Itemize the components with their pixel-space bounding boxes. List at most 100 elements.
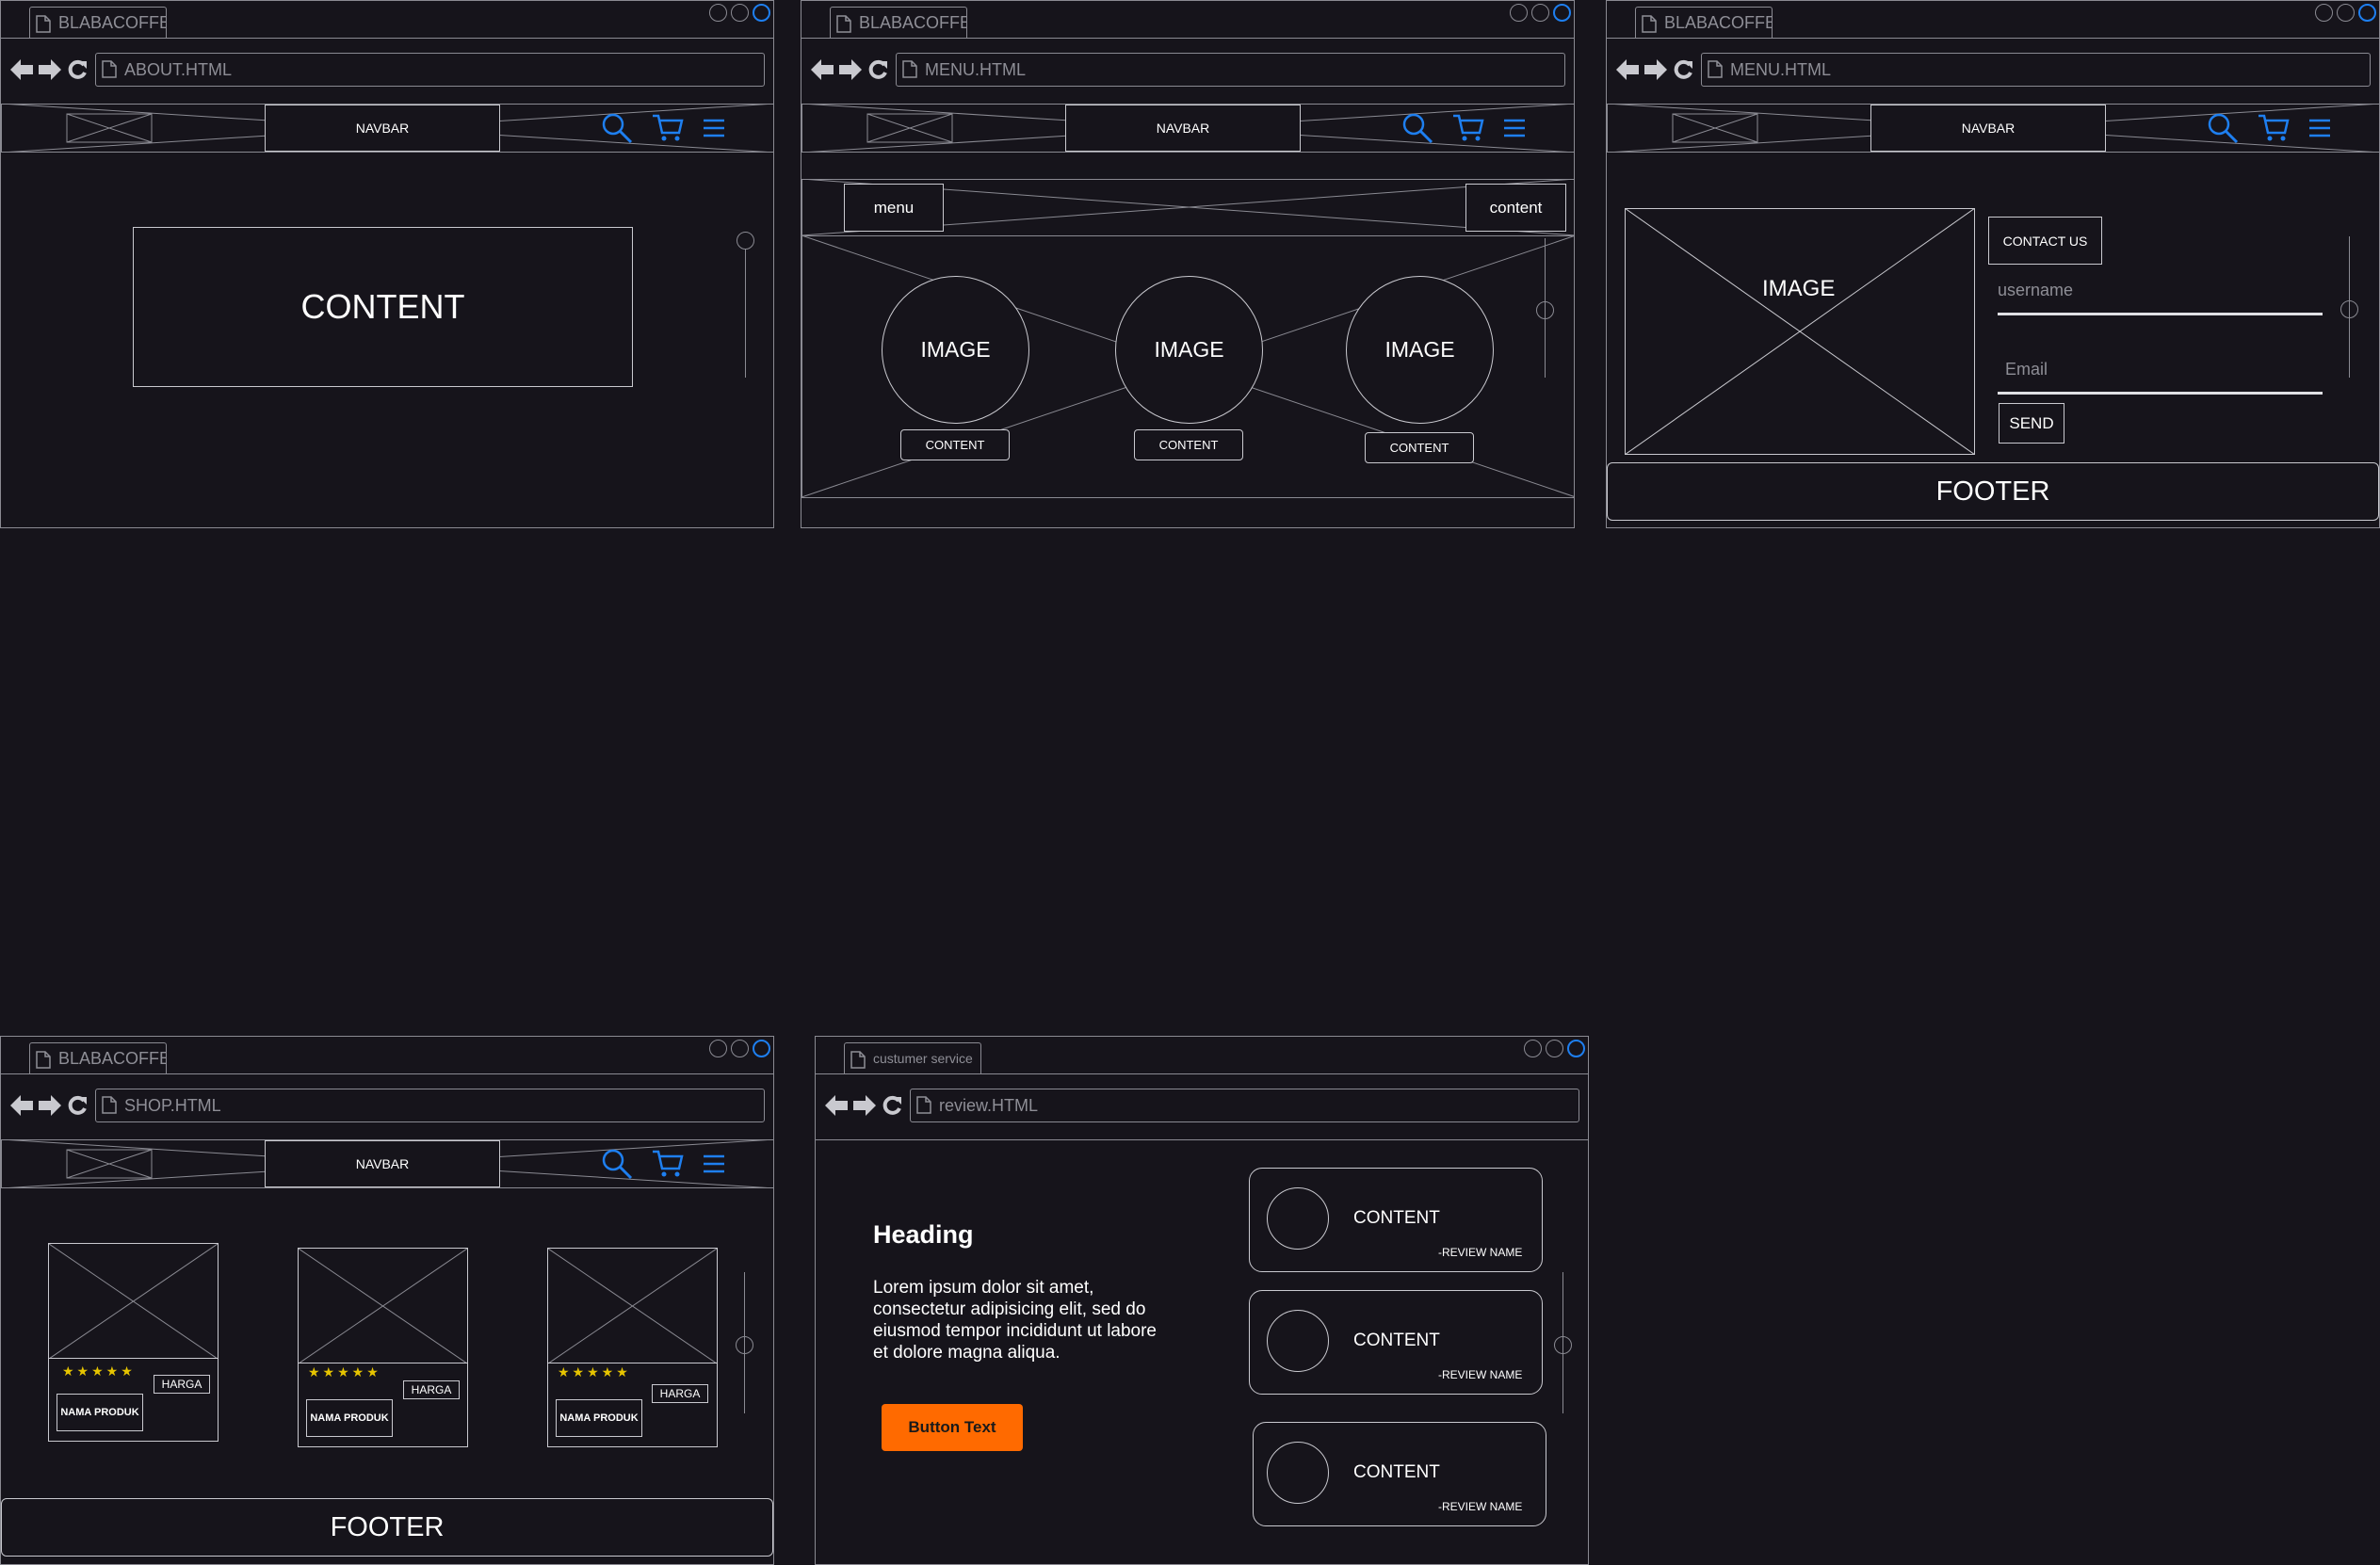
close-button[interactable] [2358, 4, 2376, 22]
product-name-box: NAMA PRODUK [306, 1399, 393, 1437]
navbar-icons [601, 1148, 725, 1180]
minimize-button[interactable] [1524, 1040, 1542, 1057]
menu-item-image: IMAGE [882, 276, 1029, 424]
hamburger-menu-icon[interactable] [703, 117, 725, 139]
forward-arrow-icon[interactable] [853, 1095, 876, 1116]
hamburger-menu-icon[interactable] [2308, 117, 2331, 139]
scrollbar-track[interactable] [1545, 238, 1546, 378]
navbar[interactable]: NAVBAR [265, 1140, 500, 1187]
reload-icon[interactable] [1673, 59, 1693, 80]
cart-icon[interactable] [652, 114, 684, 142]
maximize-button[interactable] [731, 1040, 749, 1057]
document-icon [36, 15, 51, 33]
address-bar[interactable]: SHOP.HTML [95, 1089, 765, 1122]
back-arrow-icon[interactable] [1616, 59, 1639, 80]
scrollbar-track[interactable] [1562, 1272, 1563, 1413]
back-arrow-icon[interactable] [825, 1095, 848, 1116]
browser-tab[interactable]: BLABACOFFE [830, 7, 967, 39]
cart-icon[interactable] [1452, 114, 1484, 142]
hamburger-menu-icon[interactable] [1503, 117, 1526, 139]
send-button[interactable]: SEND [1999, 403, 2064, 444]
cart-icon[interactable] [652, 1150, 684, 1178]
browser-tab[interactable]: BLABACOFFE [1635, 7, 1773, 39]
maximize-button[interactable] [2337, 4, 2355, 22]
close-button[interactable] [753, 4, 770, 22]
back-arrow-icon[interactable] [10, 59, 33, 80]
scrollbar-thumb[interactable] [737, 232, 754, 250]
address-bar[interactable]: MENU.HTML [896, 53, 1565, 87]
forward-arrow-icon[interactable] [39, 59, 61, 80]
document-icon [850, 1051, 866, 1069]
cart-icon[interactable] [2258, 114, 2290, 142]
menu-window: BLABACOFFE MENU.HTML NAVBAR menu content… [801, 0, 1575, 528]
menu-item-content-button[interactable]: CONTENT [1134, 429, 1243, 460]
back-arrow-icon[interactable] [811, 59, 834, 80]
navbar[interactable]: NAVBAR [1870, 105, 2106, 152]
maximize-button[interactable] [731, 4, 749, 22]
maximize-button[interactable] [1546, 1040, 1563, 1057]
product-card[interactable]: ★★★★★ HARGA NAMA PRODUK [298, 1248, 468, 1447]
reviewer-avatar [1267, 1310, 1329, 1372]
navbar-icons [601, 112, 725, 144]
window-controls [709, 1040, 770, 1057]
product-card[interactable]: ★★★★★ HARGA NAMA PRODUK [547, 1248, 718, 1447]
address-bar[interactable]: MENU.HTML [1701, 53, 2371, 87]
content-label: CONTENT [1158, 438, 1219, 452]
reload-icon[interactable] [867, 59, 888, 80]
address-bar[interactable]: ABOUT.HTML [95, 53, 765, 87]
address-bar[interactable]: review.HTML [910, 1089, 1579, 1122]
close-button[interactable] [1567, 1040, 1585, 1057]
footer-label: FOOTER [330, 1511, 445, 1542]
tab-title: BLABACOFFE [859, 13, 967, 32]
about-window: BLABACOFFE ABOUT.HTML NAVBAR CONTENT [0, 0, 774, 528]
document-icon [102, 1096, 117, 1114]
menu-item-content-button[interactable]: CONTENT [900, 429, 1010, 460]
search-icon[interactable] [2207, 112, 2239, 144]
forward-arrow-icon[interactable] [1644, 59, 1667, 80]
close-button[interactable] [753, 1040, 770, 1057]
minimize-button[interactable] [709, 1040, 727, 1057]
window-controls [1524, 1040, 1585, 1057]
forward-arrow-icon[interactable] [839, 59, 862, 80]
maximize-button[interactable] [1531, 4, 1549, 22]
browser-tab[interactable]: BLABACOFFE [29, 1042, 167, 1074]
document-icon [836, 15, 851, 33]
price-label: HARGA [659, 1387, 701, 1400]
back-arrow-icon[interactable] [10, 1095, 33, 1116]
cta-button[interactable]: Button Text [882, 1404, 1023, 1451]
content-button[interactable]: content [1465, 184, 1566, 232]
menu-item-content-button[interactable]: CONTENT [1365, 432, 1474, 463]
menu-button[interactable]: menu [844, 184, 944, 232]
minimize-button[interactable] [2315, 4, 2333, 22]
reviewer-avatar [1267, 1442, 1329, 1504]
forward-arrow-icon[interactable] [39, 1095, 61, 1116]
body-line: Lorem ipsum dolor sit amet, [873, 1278, 1094, 1298]
product-name: NAMA PRODUK [310, 1412, 389, 1424]
search-icon[interactable] [601, 112, 633, 144]
minimize-button[interactable] [1510, 4, 1528, 22]
browser-tab[interactable]: custumer service [844, 1042, 981, 1074]
review-content: CONTENT [1353, 1208, 1440, 1228]
browser-tab[interactable]: BLABACOFFE [29, 7, 167, 39]
url-text: MENU.HTML [1730, 60, 1831, 79]
username-field[interactable]: username [1998, 281, 2323, 315]
search-icon[interactable] [601, 1148, 633, 1180]
reload-icon[interactable] [882, 1095, 902, 1116]
navbar-label: NAVBAR [1156, 121, 1210, 136]
scrollbar-track[interactable] [745, 250, 746, 378]
close-button[interactable] [1553, 4, 1571, 22]
search-icon[interactable] [1401, 112, 1433, 144]
reload-icon[interactable] [67, 1095, 88, 1116]
minimize-button[interactable] [709, 4, 727, 22]
footer: FOOTER [1607, 462, 2379, 521]
page-heading: Heading [873, 1220, 974, 1249]
navbar[interactable]: NAVBAR [265, 105, 500, 152]
navbar[interactable]: NAVBAR [1065, 105, 1301, 152]
hamburger-menu-icon[interactable] [703, 1153, 725, 1175]
product-card[interactable]: ★★★★★ HARGA NAMA PRODUK [48, 1243, 219, 1442]
scrollbar-track[interactable] [744, 1272, 745, 1413]
contact-us-button[interactable]: CONTACT US [1988, 217, 2102, 265]
email-field[interactable]: Email [1998, 360, 2323, 395]
scrollbar-track[interactable] [2349, 236, 2350, 378]
reload-icon[interactable] [67, 59, 88, 80]
